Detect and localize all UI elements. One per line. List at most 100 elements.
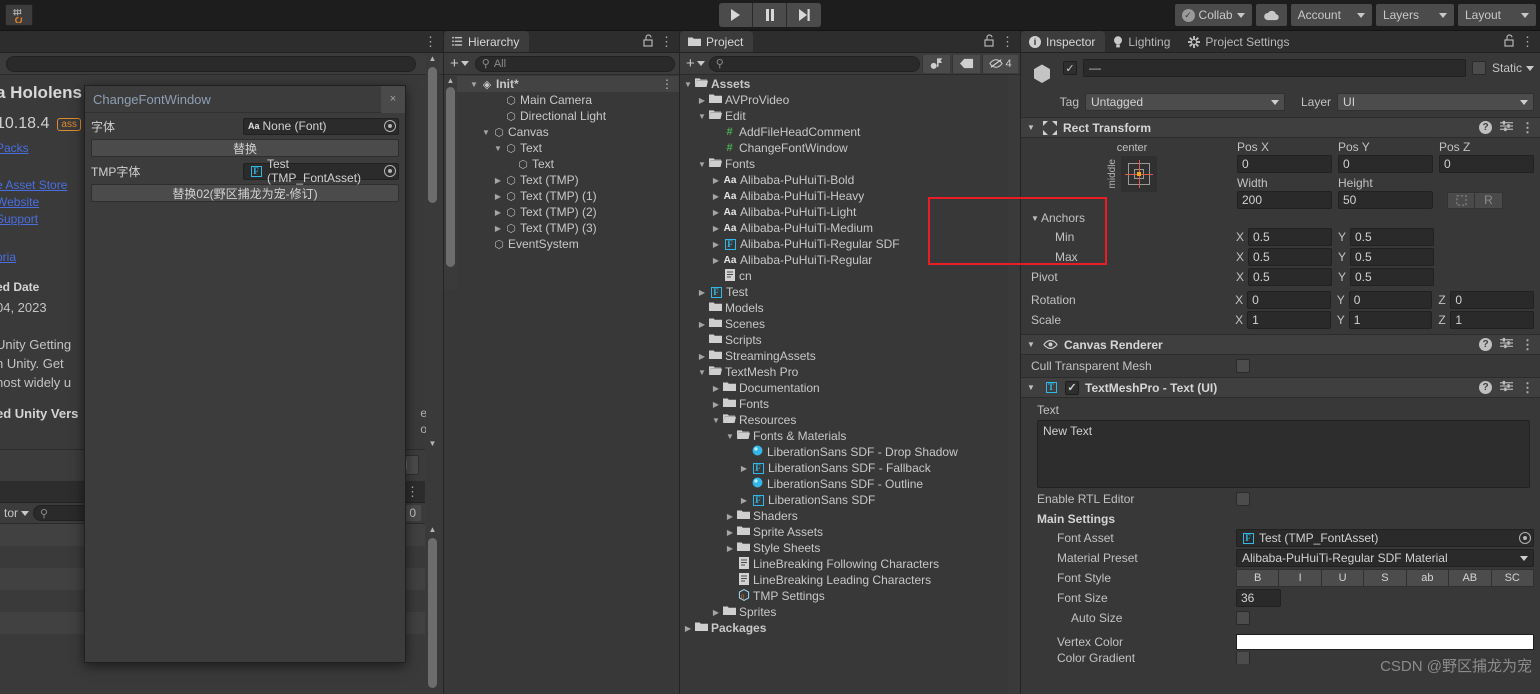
hierarchy-search-input[interactable]: ⚲ All: [474, 55, 675, 72]
kebab-menu-icon[interactable]: ⋮: [1521, 381, 1534, 394]
layout-button[interactable]: Layout: [1457, 4, 1536, 26]
help-icon[interactable]: ?: [1479, 381, 1492, 394]
font-style-button-b[interactable]: B: [1236, 569, 1280, 587]
tag-dropdown[interactable]: Untagged: [1085, 93, 1285, 111]
kebab-menu-icon[interactable]: ⋮: [1521, 35, 1534, 48]
scrollbar-thumb[interactable]: [428, 538, 437, 688]
replace02-button[interactable]: 替换02(野区捕龙为宠-修订): [91, 184, 399, 202]
anchor-min-x-input[interactable]: 0.5: [1248, 228, 1332, 246]
project-row[interactable]: Assets: [680, 76, 1020, 92]
chevron-right-icon[interactable]: [710, 208, 722, 217]
project-row[interactable]: Packages: [680, 620, 1020, 636]
project-row[interactable]: LiberationSans SDF - Outline: [680, 476, 1020, 492]
preset-icon[interactable]: [1500, 380, 1513, 395]
rotation-x-input[interactable]: 0: [1247, 291, 1331, 309]
chevron-right-icon[interactable]: [492, 192, 504, 201]
project-row[interactable]: StreamingAssets: [680, 348, 1020, 364]
tab-hierarchy[interactable]: Hierarchy: [444, 31, 530, 52]
chevron-down-icon[interactable]: ▼: [1031, 214, 1041, 223]
project-row[interactable]: Fonts: [680, 156, 1020, 172]
chevron-right-icon[interactable]: [696, 288, 708, 297]
kebab-menu-icon[interactable]: ⋮: [406, 485, 425, 498]
chevron-down-icon[interactable]: [492, 144, 504, 153]
chevron-right-icon[interactable]: [710, 384, 722, 393]
static-dropdown[interactable]: Static: [1492, 61, 1534, 75]
project-row[interactable]: TextMesh Pro: [680, 364, 1020, 380]
create-asset-button[interactable]: +: [684, 55, 707, 72]
packs-link[interactable]: Packs: [0, 141, 29, 155]
anchor-preset-button[interactable]: [1121, 156, 1157, 192]
static-checkbox[interactable]: [1471, 61, 1486, 75]
chevron-down-icon[interactable]: [696, 160, 708, 169]
hierarchy-scene-row[interactable]: ◈ Init* ⋮: [444, 76, 679, 92]
left-panel-scrollbar[interactable]: ▲ ▼: [426, 53, 439, 449]
left-panel-tab-options[interactable]: ⋮: [424, 31, 443, 52]
chevron-down-icon[interactable]: [480, 128, 492, 137]
tmp-font-object-field[interactable]: F Test (TMP_FontAsset): [243, 157, 399, 185]
hierarchy-row[interactable]: ⬡ Text (TMP) (1): [444, 188, 679, 204]
preset-icon[interactable]: [1500, 337, 1513, 352]
hierarchy-row[interactable]: ⬡ EventSystem: [444, 236, 679, 252]
replace-button[interactable]: 替换: [91, 139, 399, 157]
hidden-packages-count[interactable]: 4: [982, 54, 1018, 73]
chevron-right-icon[interactable]: [724, 512, 736, 521]
project-row[interactable]: FLiberationSans SDF - Fallback: [680, 460, 1020, 476]
chevron-down-icon[interactable]: [468, 80, 480, 89]
help-icon[interactable]: ?: [1479, 121, 1492, 134]
chevron-right-icon[interactable]: [710, 400, 722, 409]
pos-y-input[interactable]: 0: [1338, 155, 1433, 173]
project-row[interactable]: # AddFileHeadComment: [680, 124, 1020, 140]
anchor-max-y-input[interactable]: 0.5: [1350, 248, 1434, 266]
chevron-right-icon[interactable]: [724, 544, 736, 553]
project-row[interactable]: FTest: [680, 284, 1020, 300]
pivot-x-input[interactable]: 0.5: [1248, 268, 1332, 286]
chevron-down-icon[interactable]: [710, 416, 722, 425]
layer-dropdown[interactable]: UI: [1337, 93, 1534, 111]
project-row[interactable]: AaAlibaba-PuHuiTi-Bold: [680, 172, 1020, 188]
font-object-field[interactable]: Aa None (Font): [243, 117, 399, 135]
hierarchy-row[interactable]: ⬡ Text (TMP) (3): [444, 220, 679, 236]
chevron-right-icon[interactable]: [710, 240, 722, 249]
filter-by-type-icon[interactable]: [922, 54, 950, 73]
left-panel-search-input[interactable]: [6, 55, 416, 72]
project-row[interactable]: Resources: [680, 412, 1020, 428]
magnet-snap-icon[interactable]: [5, 4, 33, 26]
help-icon[interactable]: ?: [1479, 338, 1492, 351]
chevron-right-icon[interactable]: [696, 320, 708, 329]
font-size-input[interactable]: 36: [1236, 589, 1281, 607]
lock-icon[interactable]: [1504, 33, 1515, 50]
chevron-down-icon[interactable]: [696, 112, 708, 121]
auto-size-checkbox[interactable]: [1236, 611, 1250, 625]
vertex-color-swatch[interactable]: [1236, 634, 1534, 650]
project-row[interactable]: {} TMP Settings: [680, 588, 1020, 604]
chevron-right-icon[interactable]: [738, 464, 750, 473]
project-row[interactable]: Sprite Assets: [680, 524, 1020, 540]
font-style-button-i[interactable]: I: [1279, 569, 1322, 587]
vuforia-link[interactable]: oria: [0, 250, 16, 264]
rect-transform-header[interactable]: ▼ Rect Transform ? ⋮: [1021, 117, 1540, 138]
project-row[interactable]: FLiberationSans SDF: [680, 492, 1020, 508]
lock-icon[interactable]: [984, 33, 995, 50]
chevron-right-icon[interactable]: [710, 256, 722, 265]
scroll-up-arrow[interactable]: ▲: [444, 75, 457, 86]
hierarchy-row[interactable]: ⬡ Canvas: [444, 124, 679, 140]
tab-inspector[interactable]: i Inspector: [1021, 31, 1106, 52]
project-row[interactable]: AaAlibaba-PuHuiTi-Medium: [680, 220, 1020, 236]
chevron-down-icon[interactable]: ▼: [1027, 340, 1037, 349]
chevron-right-icon[interactable]: [710, 176, 722, 185]
kebab-menu-icon[interactable]: ⋮: [660, 35, 673, 48]
gameobject-active-checkbox[interactable]: ✓: [1063, 61, 1077, 75]
project-row[interactable]: Scenes: [680, 316, 1020, 332]
kebab-menu-icon[interactable]: ⋮: [661, 77, 679, 91]
project-row[interactable]: # ChangeFontWindow: [680, 140, 1020, 156]
raw-edit-mode-button[interactable]: R: [1475, 191, 1503, 209]
pause-button[interactable]: [753, 3, 787, 27]
font-style-button-ab[interactable]: AB: [1449, 569, 1492, 587]
scroll-up-arrow[interactable]: ▲: [426, 53, 439, 64]
color-gradient-checkbox[interactable]: [1236, 652, 1250, 664]
project-row[interactable]: LiberationSans SDF - Drop Shadow: [680, 444, 1020, 460]
filter-by-label-icon[interactable]: [952, 54, 980, 73]
project-row[interactable]: AaAlibaba-PuHuiTi-Light: [680, 204, 1020, 220]
scale-x-input[interactable]: 1: [1247, 311, 1331, 329]
rtl-editor-checkbox[interactable]: [1236, 492, 1250, 506]
